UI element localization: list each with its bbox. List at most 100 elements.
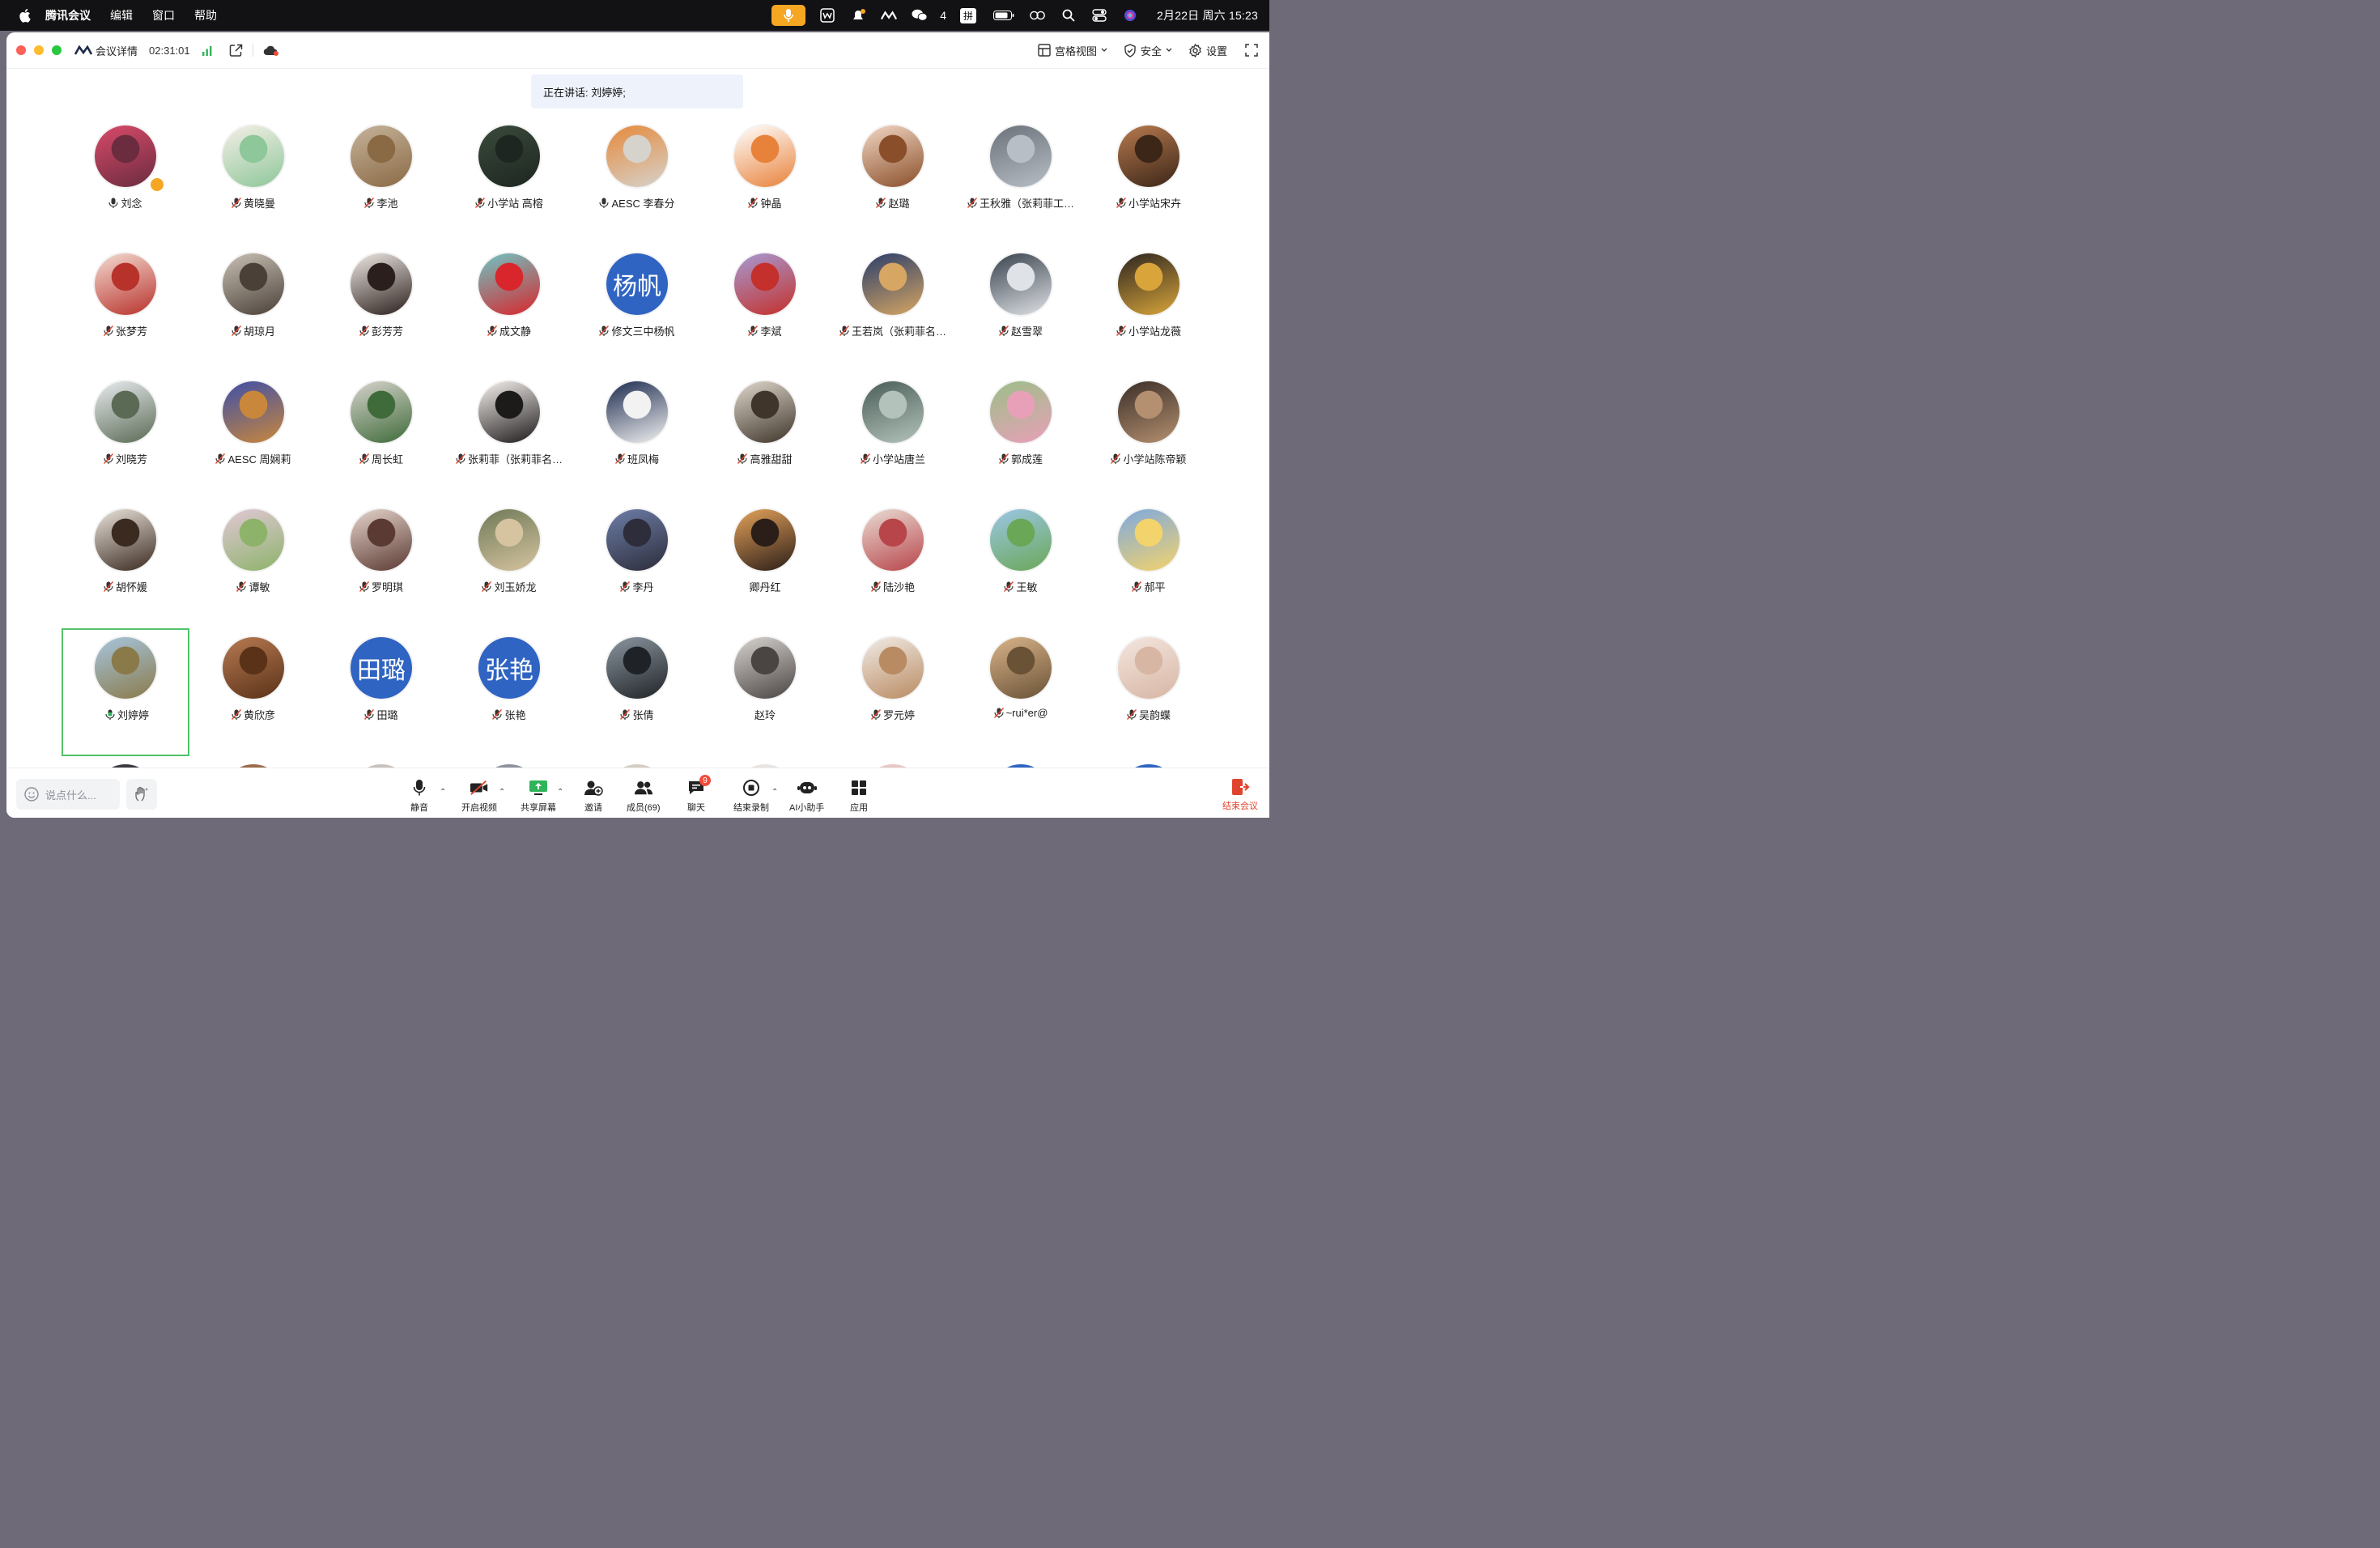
participant-tile[interactable]: ~rui*er@ (957, 628, 1085, 756)
participant-tile[interactable]: 黄欣彦 (189, 628, 317, 756)
menu-app-name[interactable]: 腾讯会议 (45, 7, 91, 23)
participant-tile[interactable]: 小学站龙薇 (1085, 245, 1213, 372)
participant-tile[interactable]: 郝平 (1085, 500, 1213, 628)
participant-tile[interactable]: 张倩 (573, 628, 701, 756)
participant-tile[interactable]: 赵璐 (829, 117, 957, 245)
start-video-button[interactable]: 开启视频 (461, 778, 497, 814)
menubar-datetime[interactable]: 2月22日 周六 15:23 (1157, 7, 1258, 23)
video-options-caret[interactable]: ⌃ (499, 788, 505, 797)
participant-tile[interactable]: 王秋雅（张莉菲工… (957, 117, 1085, 245)
participant-tile[interactable]: 罗元婷 (829, 628, 957, 756)
participant-name: AESC 周娴莉 (227, 453, 291, 466)
quick-chat-input[interactable]: 说点什么... (16, 779, 120, 810)
input-method-icon[interactable]: 拼 (958, 7, 978, 23)
apps-button[interactable]: 应用 (849, 778, 869, 814)
participant-tile[interactable]: 赵玲 (701, 628, 829, 756)
participant-tile[interactable]: 刘念 (62, 117, 189, 245)
raise-hand-button[interactable] (126, 779, 157, 810)
participant-tile[interactable]: 张莉菲（张莉菲名… (445, 372, 573, 500)
participant-tile[interactable]: 小学站唐兰 (829, 372, 957, 500)
participant-avatar (95, 381, 156, 443)
mic-muted-icon (599, 325, 610, 336)
participant-tile[interactable]: AESC 李春分 (573, 117, 701, 245)
menubar-mic-indicator[interactable] (771, 5, 806, 26)
participant-name: 赵雪翠 (1010, 325, 1043, 338)
participant-tile[interactable]: 刘玉娇龙 (445, 500, 573, 628)
participant-tile[interactable]: 郭成莲 (957, 372, 1085, 500)
microphone-icon (784, 9, 793, 22)
meeting-toolbar: 说点什么... 静音 ⌃ 开启视频 ⌃ 共享屏幕 ⌃ 邀请 成员(69) 9 聊… (6, 768, 1269, 818)
participant-tile[interactable]: 刘婷婷 (62, 628, 189, 756)
start-video-label: 开启视频 (461, 803, 497, 813)
participant-tile[interactable]: 胡琼月 (189, 245, 317, 372)
mic-muted-icon (103, 325, 113, 336)
participant-tile[interactable]: 李丹 (573, 500, 701, 628)
battery-icon[interactable] (992, 7, 1015, 23)
record-options-caret[interactable]: ⌃ (771, 788, 778, 797)
ai-assistant-button[interactable]: AI小助手 (789, 778, 824, 814)
participant-avatar (990, 637, 1052, 699)
participant-tile[interactable]: 成文静 (445, 245, 573, 372)
audio-options-caret[interactable]: ⌃ (440, 788, 446, 797)
members-button[interactable]: 成员(69) (627, 778, 661, 814)
participant-tile[interactable]: 吴韵蝶 (1085, 628, 1213, 756)
participant-tile[interactable]: 黄晓曼 (189, 117, 317, 245)
chat-button[interactable]: 9 聊天 (686, 775, 711, 814)
participant-tile[interactable]: 陆沙艳 (829, 500, 957, 628)
participant-tile[interactable]: 胡怀媛 (62, 500, 189, 628)
screen-mirror-icon[interactable] (1030, 7, 1046, 23)
participant-tile[interactable]: 田璐 田璐 (317, 628, 445, 756)
invite-button[interactable]: 邀请 (584, 778, 603, 814)
share-options-caret[interactable]: ⌃ (557, 788, 563, 797)
menu-edit[interactable]: 编辑 (110, 7, 133, 23)
wps-icon[interactable] (819, 7, 835, 23)
mute-button[interactable]: 静音 (410, 778, 429, 814)
emoji-icon[interactable] (24, 787, 39, 802)
end-meeting-button[interactable]: 结束会议 (1222, 778, 1258, 812)
participant-tile[interactable]: 班凤梅 (573, 372, 701, 500)
wechat-icon[interactable] (912, 7, 928, 23)
menu-help[interactable]: 帮助 (194, 7, 217, 23)
participant-name-row: 刘婷婷 (63, 707, 191, 722)
participant-tile[interactable]: 李斌 (701, 245, 829, 372)
participant-tile[interactable]: 小学站陈帝颖 (1085, 372, 1213, 500)
participant-tile[interactable]: 高雅甜甜 (701, 372, 829, 500)
participant-tile[interactable]: 张艳 张艳 (445, 628, 573, 756)
notification-bell-icon[interactable] (850, 7, 866, 23)
stop-recording-button[interactable]: 结束录制 (733, 778, 769, 814)
participant-tile[interactable]: 赵雪翠 (957, 245, 1085, 372)
share-screen-button[interactable]: 共享屏幕 (521, 778, 556, 814)
mic-muted-icon (1132, 581, 1142, 592)
participant-avatar (862, 253, 924, 315)
participant-tile[interactable]: 钟晶 (701, 117, 829, 245)
participant-tile[interactable]: 张梦芳 (62, 245, 189, 372)
participant-tile[interactable]: 小学站宋卉 (1085, 117, 1213, 245)
participant-tile[interactable]: 彭芳芳 (317, 245, 445, 372)
menu-window[interactable]: 窗口 (152, 7, 175, 23)
participant-tile[interactable]: 杨帆 修文三中杨帆 (573, 245, 701, 372)
participant-tile[interactable]: 李池 (317, 117, 445, 245)
participant-avatar (1118, 381, 1179, 443)
spotlight-search-icon[interactable] (1060, 7, 1077, 23)
participant-avatar: 田璐 (351, 637, 412, 699)
mic-muted-icon (620, 709, 631, 720)
apple-logo-icon[interactable] (18, 8, 31, 23)
avatar-initials: 张艳 (485, 657, 533, 684)
participant-tile[interactable]: 罗明琪 (317, 500, 445, 628)
control-center-icon[interactable] (1091, 7, 1107, 23)
participant-tile[interactable]: 周长虹 (317, 372, 445, 500)
mic-muted-icon (364, 198, 375, 208)
participant-tile[interactable]: 谭敏 (189, 500, 317, 628)
tencent-meeting-tray-icon[interactable] (881, 7, 898, 23)
siri-icon[interactable] (1122, 7, 1138, 23)
participant-tile[interactable]: 王若岚（张莉菲名… (829, 245, 957, 372)
mic-speaking-icon (105, 709, 115, 720)
participant-avatar (862, 509, 924, 571)
participant-tile[interactable]: 卿丹红 (701, 500, 829, 628)
participant-tile[interactable]: AESC 周娴莉 (189, 372, 317, 500)
participant-avatar: 张艳 (478, 637, 540, 699)
participant-tile[interactable]: 刘晓芳 (62, 372, 189, 500)
participant-tile[interactable]: 小学站 高榕 (445, 117, 573, 245)
participant-tile[interactable]: 王敏 (957, 500, 1085, 628)
mic-muted-icon (215, 453, 226, 464)
